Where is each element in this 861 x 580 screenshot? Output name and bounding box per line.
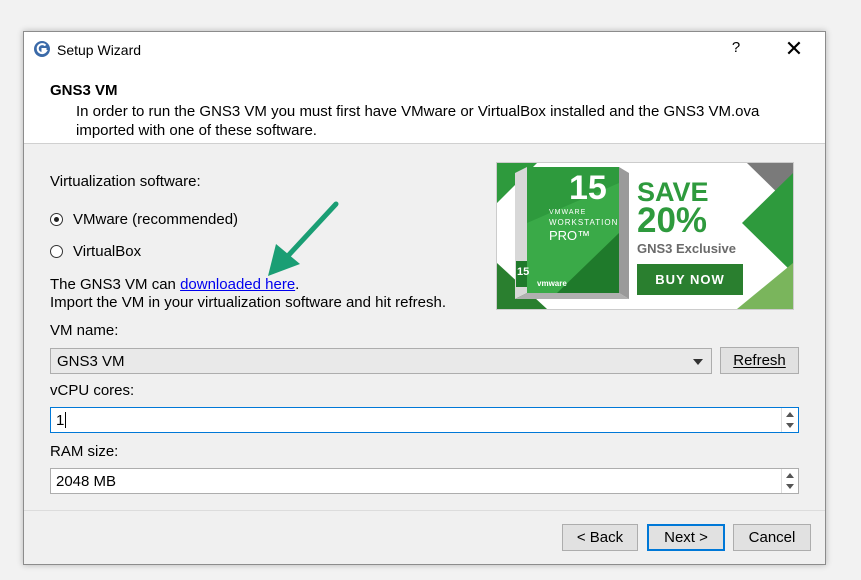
vcpu-spin-buttons[interactable] (781, 408, 798, 432)
title-bar: Setup Wizard ? ✕ (24, 32, 825, 66)
ad-discount: 20% (637, 201, 708, 240)
vmware-ad-banner[interactable]: 15 VMWARE WORKSTATION PRO™ 15 vmware SAV… (496, 162, 794, 310)
ad-product-line1: VMWARE (549, 209, 587, 216)
ad-box-badge: 15 (517, 266, 530, 278)
window-title: Setup Wizard (57, 42, 142, 58)
spin-down-icon[interactable] (786, 423, 794, 428)
ad-buy-now-button[interactable]: BUY NOW (637, 264, 743, 295)
spin-down-icon[interactable] (786, 484, 794, 489)
radio-virtualbox[interactable]: VirtualBox (50, 243, 141, 260)
ram-spin-buttons[interactable] (781, 469, 798, 493)
radio-vmware[interactable]: VMware (recommended) (50, 211, 238, 228)
radio-vmware-indicator[interactable] (50, 213, 63, 226)
radio-vmware-label[interactable]: VMware (recommended) (73, 211, 238, 228)
spin-up-icon[interactable] (786, 412, 794, 417)
setup-wizard-window: Setup Wizard ? ✕ GNS3 VM In order to run… (23, 31, 826, 565)
ad-version-number: 15 (569, 169, 607, 207)
vcpu-label: vCPU cores: (50, 382, 135, 399)
ram-spinbox[interactable]: 2048 MB (50, 468, 799, 494)
import-info: Import the VM in your virtualization sof… (50, 294, 447, 311)
vcpu-spinbox[interactable]: 1 (50, 407, 799, 433)
download-info-suffix: . (295, 276, 300, 293)
help-button[interactable]: ? (724, 36, 748, 60)
spin-up-icon[interactable] (786, 473, 794, 478)
close-button[interactable]: ✕ (779, 36, 809, 62)
radio-virtualbox-label[interactable]: VirtualBox (73, 243, 141, 260)
vm-name-select[interactable]: GNS3 VM (50, 348, 712, 374)
vcpu-value: 1 (56, 412, 67, 429)
ad-box-logo: vmware (537, 279, 567, 288)
vm-name-label: VM name: (50, 322, 119, 339)
page-description: In order to run the GNS3 VM you must fir… (76, 103, 760, 139)
next-button[interactable]: Next > (647, 524, 725, 551)
vm-name-value: GNS3 VM (57, 353, 125, 370)
vcpu-value-text: 1 (56, 412, 65, 429)
refresh-button-label: Refresh (733, 352, 786, 369)
ad-subtitle: GNS3 Exclusive (637, 241, 736, 256)
gns3-logo-icon (34, 41, 50, 57)
ad-product-line2: WORKSTATION (549, 218, 619, 227)
cancel-button[interactable]: Cancel (733, 524, 811, 551)
text-caret (65, 412, 67, 428)
download-info-prefix: The GNS3 VM can (50, 276, 181, 293)
chevron-down-icon (693, 359, 703, 365)
refresh-button[interactable]: Refresh (720, 347, 799, 374)
annotation-arrow-icon (268, 201, 339, 276)
download-info: The GNS3 VM can downloaded here. (50, 276, 299, 293)
radio-virtualbox-indicator[interactable] (50, 245, 63, 258)
footer-divider (24, 510, 825, 511)
back-button[interactable]: < Back (562, 524, 638, 551)
page-title: GNS3 VM (50, 82, 118, 99)
wizard-header: GNS3 VM In order to run the GNS3 VM you … (24, 66, 825, 144)
virtualization-label: Virtualization software: (50, 173, 201, 190)
ad-product-line3: PRO™ (549, 228, 591, 243)
ram-value: 2048 MB (56, 473, 117, 490)
ram-label: RAM size: (50, 443, 119, 460)
download-link[interactable]: downloaded here (180, 276, 295, 293)
